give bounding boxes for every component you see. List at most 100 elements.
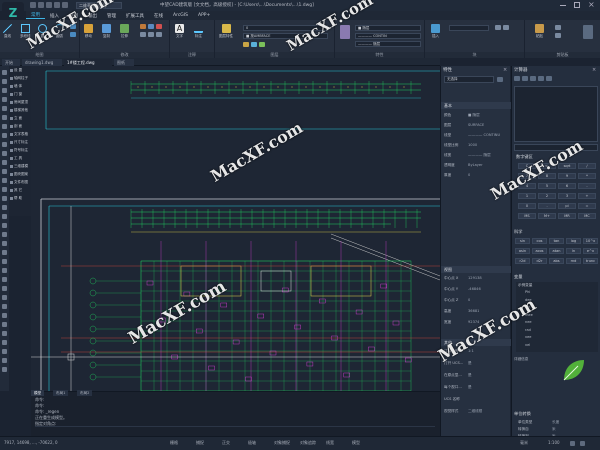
layer-lock-icon[interactable] — [251, 42, 257, 47]
scale-readout[interactable]: 1:100 — [548, 440, 560, 445]
left-tool-33-icon[interactable] — [2, 367, 7, 372]
mirror-icon[interactable] — [148, 24, 154, 29]
view-row-2[interactable]: 中心点 Z 0 — [444, 298, 508, 303]
calc-close-icon[interactable]: × — [592, 67, 596, 73]
num-key-9[interactable]: 5 — [538, 183, 556, 189]
menu-0[interactable]: 常用 — [26, 12, 45, 19]
sci-key-5[interactable]: asin — [515, 248, 530, 254]
undo-icon[interactable] — [54, 2, 60, 8]
status-toggle-7[interactable]: 模型 — [352, 440, 360, 446]
edit-block-icon[interactable] — [503, 25, 509, 30]
general-row-2[interactable]: 线型 ———— CONTINU — [444, 133, 508, 138]
left-tool-6-icon[interactable] — [2, 124, 7, 129]
view-row-0[interactable]: 中心点 X 129138 — [444, 276, 508, 281]
misc-row-5[interactable]: 视觉样式 二维线框 — [444, 409, 508, 414]
var-item-7[interactable]: vel — [525, 343, 530, 347]
settings-icon[interactable] — [570, 441, 575, 446]
create-block-icon[interactable] — [495, 25, 501, 30]
left-tool-4-icon[interactable] — [2, 106, 7, 111]
layout-tab-1[interactable]: 布局2 — [77, 390, 93, 396]
insert-block-button[interactable]: 插入 — [431, 24, 440, 39]
selection-dropdown[interactable]: 无选择 — [444, 76, 494, 83]
panel-close-icon[interactable]: × — [503, 67, 507, 73]
fullscreen-icon[interactable] — [580, 441, 585, 446]
status-toggle-1[interactable]: 捕捉 — [196, 440, 204, 446]
left-tool-1-icon[interactable] — [2, 79, 7, 84]
num-key-16[interactable]: 0 — [518, 203, 536, 209]
palette-item-11[interactable]: 工 具 — [10, 156, 22, 161]
left-tool-30-icon[interactable] — [2, 340, 7, 345]
document-tab-3[interactable]: 图纸 — [114, 59, 134, 66]
left-tool-13-icon[interactable] — [2, 187, 7, 192]
stretch-button[interactable]: 拉伸 — [120, 24, 129, 39]
left-tool-29-icon[interactable] — [2, 331, 7, 336]
layout-tab-0[interactable]: 布局1 — [53, 390, 69, 396]
left-tool-9-icon[interactable] — [2, 151, 7, 156]
status-toggle-0[interactable]: 栅格 — [170, 440, 178, 446]
palette-item-13[interactable]: 图块图案 — [10, 172, 28, 177]
redo-icon[interactable] — [62, 2, 68, 8]
sci-key-14[interactable]: trunc — [583, 258, 598, 264]
menu-5[interactable]: 扩展工具 — [121, 13, 149, 19]
hatch-icon[interactable] — [70, 32, 76, 37]
menu-6[interactable]: 在线 — [149, 13, 168, 19]
rotate-icon[interactable] — [140, 24, 146, 29]
left-tool-31-icon[interactable] — [2, 349, 7, 354]
units-readout[interactable]: 毫米 — [520, 440, 528, 446]
vars-root[interactable]: 示例变量 — [518, 283, 532, 288]
left-tool-2-icon[interactable] — [2, 88, 7, 93]
cut-icon[interactable] — [555, 25, 561, 30]
num-key-20[interactable]: MS — [518, 213, 536, 219]
offset-icon[interactable] — [156, 32, 162, 37]
line-button[interactable]: 直线 — [3, 24, 12, 39]
copy-button[interactable]: 复制 — [102, 24, 111, 39]
sci-key-11[interactable]: d2r — [532, 258, 547, 264]
left-tool-16-icon[interactable] — [2, 214, 7, 219]
sci-key-4[interactable]: 10^x — [583, 238, 598, 244]
sci-key-10[interactable]: r2d — [515, 258, 530, 264]
text-button[interactable]: A 文字 — [175, 24, 184, 39]
left-tool-8-icon[interactable] — [2, 142, 7, 147]
save-icon[interactable] — [46, 2, 52, 8]
ribbon-collapse-icon[interactable] — [583, 25, 593, 39]
view-row-1[interactable]: 中心点 Y -46846 — [444, 287, 508, 292]
calc-point-icon[interactable] — [530, 76, 536, 81]
palette-item-4[interactable]: 房间屋顶 — [10, 100, 28, 105]
num-key-14[interactable]: 3 — [558, 193, 576, 199]
var-item-4[interactable]: nee — [525, 320, 532, 324]
sci-key-6[interactable]: acos — [532, 248, 547, 254]
palette-item-1[interactable]: 轴网柱子 — [10, 76, 28, 81]
sci-key-8[interactable]: ln — [566, 248, 581, 254]
num-key-22[interactable]: MR — [558, 213, 576, 219]
erase-icon[interactable] — [156, 24, 162, 29]
sci-key-2[interactable]: tan — [549, 238, 564, 244]
menu-8[interactable]: APP+ — [193, 13, 215, 18]
left-tool-22-icon[interactable] — [2, 268, 7, 273]
move-button[interactable]: 移动 — [84, 24, 93, 39]
num-key-7[interactable]: * — [578, 173, 596, 179]
misc-row-3[interactable]: 每个视口... 是 — [444, 385, 508, 390]
palette-item-15[interactable]: 其 它 — [10, 188, 22, 193]
maximize-icon[interactable] — [574, 2, 580, 8]
left-tool-17-icon[interactable] — [2, 223, 7, 228]
sci-key-9[interactable]: e^x — [583, 248, 598, 254]
left-tool-27-icon[interactable] — [2, 313, 7, 318]
num-key-21[interactable]: M+ — [538, 213, 556, 219]
command-line[interactable]: 命令: 命令: 命令: _regen 正在重生成模型。 指定对角点: — [31, 391, 440, 436]
layout-tab-model[interactable]: 模型 — [31, 390, 45, 396]
general-row-3[interactable]: 线型比例 1000 — [444, 143, 508, 148]
left-tool-10-icon[interactable] — [2, 160, 7, 165]
document-tab-0[interactable]: 开始 — [2, 59, 20, 66]
minimize-icon[interactable] — [560, 5, 566, 6]
general-section-header[interactable]: 基本 — [441, 102, 511, 109]
status-toggle-6[interactable]: 线宽 — [326, 440, 334, 446]
science-section-header[interactable]: 科学 — [514, 229, 522, 235]
num-key-18[interactable]: pi — [558, 203, 576, 209]
general-row-6[interactable]: 厚度 0 — [444, 173, 508, 178]
status-toggle-5[interactable]: 对象追踪 — [300, 440, 316, 446]
misc-row-4[interactable]: UCS 名称 — [444, 397, 508, 402]
copy-clip-icon[interactable] — [555, 33, 561, 38]
layer-on-icon[interactable] — [259, 42, 265, 47]
palette-item-0[interactable]: 设 置 — [10, 68, 22, 73]
left-tool-21-icon[interactable] — [2, 259, 7, 264]
